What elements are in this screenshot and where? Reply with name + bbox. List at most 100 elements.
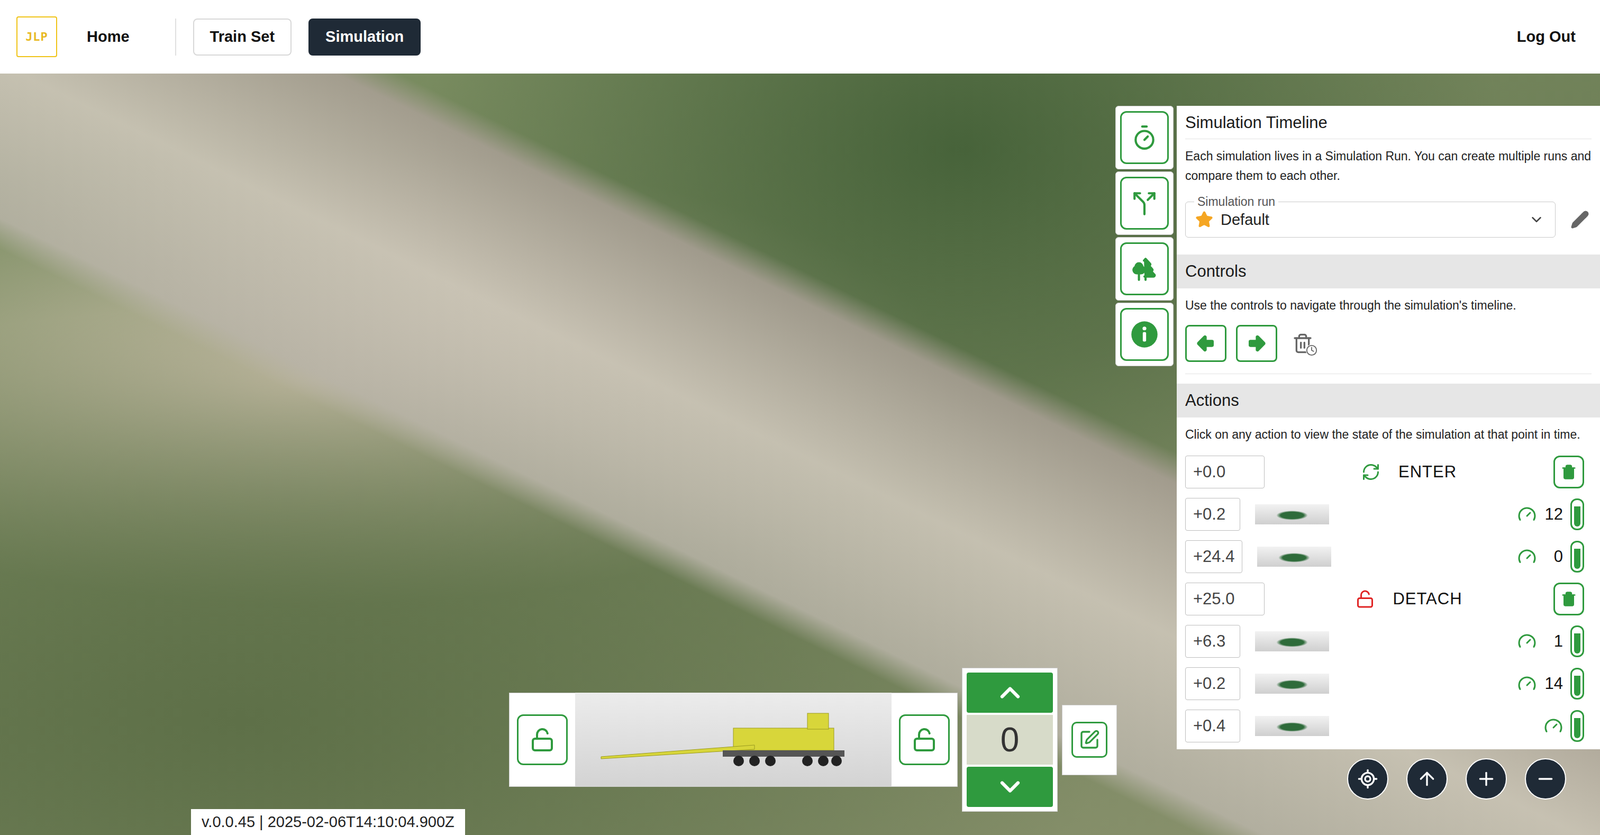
action-row[interactable]: +6.3 1 xyxy=(1176,620,1600,663)
page: JLP Home Train Set Simulation Log Out Simulat… xyxy=(0,0,1600,835)
event-label: ENTER xyxy=(1398,462,1457,482)
speed-icon xyxy=(1517,547,1537,567)
event-info: DETACH xyxy=(1279,589,1539,609)
trash-icon xyxy=(1560,591,1577,607)
map-controls xyxy=(1347,758,1567,800)
timeline-tool[interactable] xyxy=(1115,105,1174,170)
drag-handle[interactable] xyxy=(1570,667,1585,700)
edit-icon xyxy=(1078,729,1100,751)
speed-icon xyxy=(1517,674,1537,694)
edit-run-button[interactable] xyxy=(1568,207,1592,232)
time-field[interactable]: +0.2 xyxy=(1185,497,1241,531)
time-field[interactable]: +0.4 xyxy=(1185,709,1241,743)
speed-icon xyxy=(1543,716,1563,736)
time-field[interactable]: +0.0 xyxy=(1185,455,1265,489)
vehicle-count: 0 xyxy=(966,714,1053,765)
clock-icon xyxy=(1305,344,1318,357)
controls-row xyxy=(1185,324,1592,362)
decrement-button[interactable] xyxy=(966,766,1053,807)
scene-view[interactable]: Simulation Timeline Each simulation lives… xyxy=(0,73,1600,835)
speed-icon xyxy=(1517,504,1537,524)
panel-title: Simulation Timeline xyxy=(1185,113,1592,140)
speed-value: 12 xyxy=(1543,504,1563,524)
run-label: Simulation run xyxy=(1194,194,1279,209)
nav-button[interactable]: Train Set xyxy=(193,18,293,56)
action-row[interactable]: +0.0 ENTER xyxy=(1176,450,1600,494)
chevron-down-icon xyxy=(994,770,1026,803)
run-row: Simulation runDefault xyxy=(1185,201,1592,238)
arrow-up-icon xyxy=(1416,768,1438,790)
logout-link[interactable]: Log Out xyxy=(1516,28,1576,46)
action-row[interactable]: +0.2 12 xyxy=(1176,493,1600,536)
speed-info: 12 xyxy=(1517,498,1585,531)
info-tool[interactable] xyxy=(1115,302,1174,367)
time-field[interactable]: +25.0 xyxy=(1185,582,1265,616)
action-row[interactable]: +24.4 0 xyxy=(1176,535,1600,578)
time-field[interactable]: +0.2 xyxy=(1185,667,1241,700)
switch-tool[interactable] xyxy=(1115,171,1174,235)
train-thumbnail xyxy=(1255,631,1330,652)
crosshair-icon xyxy=(1357,768,1379,790)
chevron-down-icon xyxy=(1528,211,1545,228)
speed-icon xyxy=(1517,631,1537,651)
nav-button[interactable]: Simulation xyxy=(308,18,421,56)
logo[interactable]: JLP xyxy=(16,16,58,58)
detach-icon xyxy=(1355,589,1375,609)
enter-icon xyxy=(1361,462,1381,482)
run-select[interactable]: Simulation runDefault xyxy=(1185,201,1556,238)
drag-handle[interactable] xyxy=(1570,498,1585,531)
time-field[interactable]: +6.3 xyxy=(1185,624,1241,658)
trash-icon xyxy=(1560,464,1577,480)
split-arrows-icon xyxy=(1131,189,1158,217)
action-row[interactable]: +25.0 DETACH xyxy=(1176,577,1600,621)
action-row[interactable]: +0.4 xyxy=(1176,704,1600,748)
zoom-out-button[interactable] xyxy=(1524,758,1567,800)
speed-value: 0 xyxy=(1543,547,1563,567)
right-dock: Simulation Timeline Each simulation lives… xyxy=(1115,105,1600,750)
zoom-in-button[interactable] xyxy=(1465,758,1507,800)
star-icon xyxy=(1195,210,1214,229)
delete-button[interactable] xyxy=(1553,582,1585,616)
train-thumbnail xyxy=(1255,715,1330,736)
top-nav: JLP Home Train Set Simulation Log Out xyxy=(0,0,1600,74)
nav-separator xyxy=(175,18,177,56)
speed-value: 14 xyxy=(1543,674,1563,694)
lock-icon xyxy=(529,726,556,753)
tool-column xyxy=(1115,105,1174,367)
locate-button[interactable] xyxy=(1347,758,1389,800)
controls-header: Controls xyxy=(1176,254,1600,289)
scenery-tool[interactable] xyxy=(1115,237,1174,301)
vehicle-image xyxy=(575,692,892,787)
drag-handle[interactable] xyxy=(1570,540,1585,573)
nav-link[interactable]: Home xyxy=(82,23,134,50)
actions-header: Actions xyxy=(1176,383,1600,418)
clear-history-button[interactable] xyxy=(1292,332,1314,354)
next-button[interactable] xyxy=(1235,324,1278,362)
lock-left-button[interactable] xyxy=(516,714,568,766)
trees-icon xyxy=(1131,255,1158,283)
previous-button[interactable] xyxy=(1185,324,1227,362)
actions-description: Click on any action to view the state of… xyxy=(1185,424,1592,445)
train-thumbnail xyxy=(1255,504,1330,525)
vehicle-card xyxy=(508,692,958,787)
timeline-panel: Simulation Timeline Each simulation lives… xyxy=(1176,105,1600,750)
speed-info: 1 xyxy=(1517,625,1585,658)
speed-info: 0 xyxy=(1517,540,1585,573)
action-row[interactable]: +0.2 14 xyxy=(1176,662,1600,705)
north-button[interactable] xyxy=(1406,758,1448,800)
train-thumbnail xyxy=(1257,546,1332,567)
delete-button[interactable] xyxy=(1553,455,1585,489)
drag-handle[interactable] xyxy=(1570,710,1585,742)
speed-info xyxy=(1543,710,1585,742)
version-label: v.0.0.45 | 2025-02-06T14:10:04.900Z xyxy=(191,808,466,835)
pencil-icon xyxy=(1570,210,1590,230)
drag-handle[interactable] xyxy=(1570,625,1585,658)
arrow-right-icon xyxy=(1246,332,1268,354)
time-field[interactable]: +24.4 xyxy=(1185,540,1243,574)
lock-right-button[interactable] xyxy=(898,714,950,766)
panel-description: Each simulation lives in a Simulation Ru… xyxy=(1185,146,1592,186)
increment-button[interactable] xyxy=(966,672,1053,713)
minus-icon xyxy=(1534,768,1557,790)
edit-vehicle-button[interactable] xyxy=(1061,704,1117,776)
arrow-left-icon xyxy=(1195,332,1217,354)
